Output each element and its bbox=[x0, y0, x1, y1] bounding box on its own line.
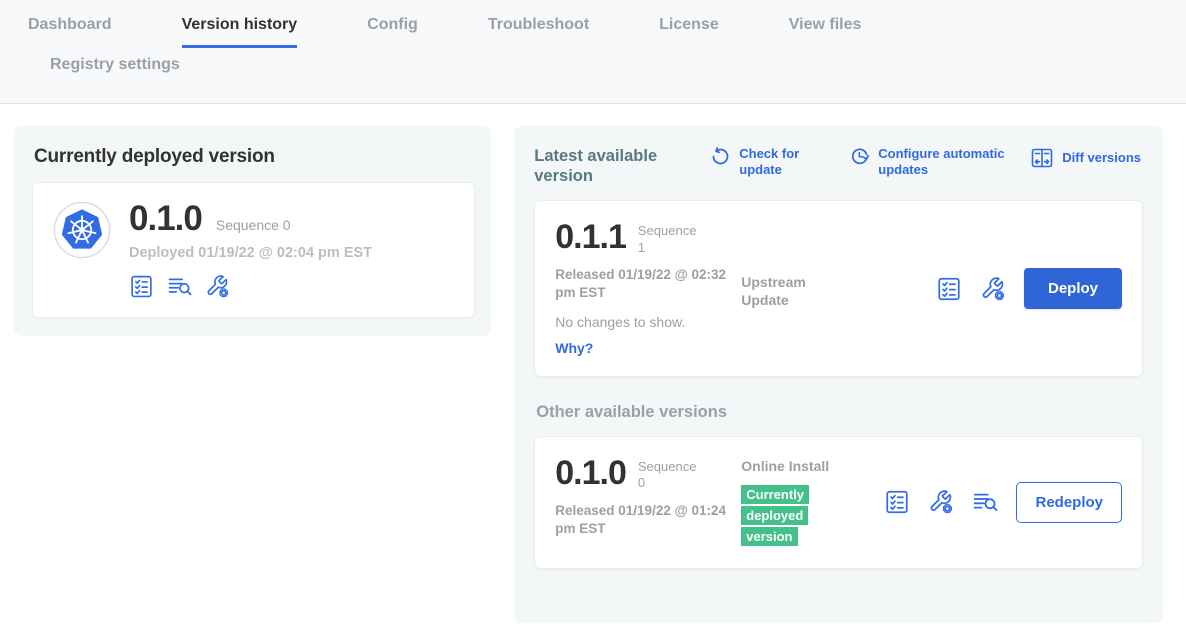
tab-config[interactable]: Config bbox=[367, 16, 418, 48]
currently-deployed-details: 0.1.0 Sequence 0 Deployed 01/19/22 @ 02:… bbox=[129, 201, 372, 299]
preflight-checklist-icon[interactable] bbox=[129, 274, 154, 299]
deploy-logs-icon[interactable] bbox=[972, 489, 998, 515]
kubernetes-logo-icon bbox=[53, 201, 111, 259]
latest-version-number: 0.1.1 bbox=[555, 221, 626, 256]
available-versions-panel: Latest available version Check for updat… bbox=[514, 126, 1163, 623]
tab-registry-settings[interactable]: Registry settings bbox=[50, 56, 1186, 88]
current-sequence-label: Sequence 0 bbox=[216, 217, 291, 233]
check-for-update-label: Check for update bbox=[739, 146, 811, 177]
other-available-versions-title: Other available versions bbox=[536, 403, 1143, 422]
latest-available-title: Latest available version bbox=[534, 146, 686, 186]
diff-versions-link[interactable]: Diff versions bbox=[1030, 146, 1141, 170]
configure-automatic-updates-link[interactable]: Configure automatic updates bbox=[849, 146, 1030, 177]
tab-license[interactable]: License bbox=[659, 16, 719, 48]
why-link[interactable]: Why? bbox=[555, 340, 741, 356]
config-gear-icon[interactable] bbox=[928, 489, 954, 515]
latest-sequence-label: Sequence 1 bbox=[638, 221, 704, 256]
other-version-card: 0.1.0 Sequence 0 Released 01/19/22 @ 01:… bbox=[534, 436, 1143, 568]
currently-deployed-panel: Currently deployed version 0.1.0 Sequenc… bbox=[14, 126, 491, 336]
latest-version-details: 0.1.1 Sequence 1 Released 01/19/22 @ 02:… bbox=[555, 221, 741, 356]
other-version-details: 0.1.0 Sequence 0 Released 01/19/22 @ 01:… bbox=[555, 457, 741, 547]
tab-view-files[interactable]: View files bbox=[789, 16, 862, 48]
configure-automatic-updates-label: Configure automatic updates bbox=[878, 146, 1030, 177]
other-version-number: 0.1.0 bbox=[555, 457, 626, 492]
refresh-icon bbox=[710, 146, 731, 177]
config-gear-icon[interactable] bbox=[980, 276, 1006, 302]
deploy-button[interactable]: Deploy bbox=[1024, 268, 1122, 309]
upstream-update-label: Upstream Update bbox=[741, 273, 837, 309]
latest-version-card: 0.1.1 Sequence 1 Released 01/19/22 @ 02:… bbox=[534, 200, 1143, 377]
available-versions-header: Latest available version Check for updat… bbox=[534, 146, 1143, 186]
currently-deployed-badge: Currently deployed version bbox=[741, 485, 809, 546]
preflight-checklist-icon[interactable] bbox=[936, 276, 962, 302]
latest-version-actions: Deploy bbox=[936, 221, 1122, 356]
currently-deployed-card: 0.1.0 Sequence 0 Deployed 01/19/22 @ 02:… bbox=[32, 182, 475, 318]
tab-troubleshoot[interactable]: Troubleshoot bbox=[488, 16, 589, 48]
other-version-actions: Redeploy bbox=[884, 457, 1122, 547]
other-released-timestamp: Released 01/19/22 @ 01:24 pm EST bbox=[555, 502, 737, 538]
other-version-source: Online Install Currently deployed versio… bbox=[741, 457, 837, 547]
no-changes-text: No changes to show. bbox=[555, 314, 741, 330]
tab-version-history[interactable]: Version history bbox=[182, 16, 298, 48]
deployed-timestamp: Deployed 01/19/22 @ 02:04 pm EST bbox=[129, 245, 372, 261]
latest-version-source: Upstream Update bbox=[741, 221, 837, 356]
schedule-update-icon bbox=[849, 146, 870, 177]
redeploy-button[interactable]: Redeploy bbox=[1016, 482, 1122, 523]
content-area: Currently deployed version 0.1.0 Sequenc… bbox=[0, 104, 1186, 623]
diff-versions-label: Diff versions bbox=[1062, 150, 1141, 166]
app-navbar: Dashboard Version history Config Trouble… bbox=[0, 0, 1186, 104]
deploy-logs-icon[interactable] bbox=[167, 274, 192, 299]
config-gear-icon[interactable] bbox=[205, 274, 230, 299]
status-badge-wrap: Currently deployed version bbox=[741, 484, 821, 547]
latest-released-timestamp: Released 01/19/22 @ 02:32 pm EST bbox=[555, 266, 737, 302]
online-install-label: Online Install bbox=[741, 457, 837, 475]
current-version-number: 0.1.0 bbox=[129, 201, 202, 236]
currently-deployed-title: Currently deployed version bbox=[34, 146, 475, 168]
tab-dashboard[interactable]: Dashboard bbox=[28, 16, 112, 48]
nav-row-primary: Dashboard Version history Config Trouble… bbox=[28, 16, 1186, 48]
preflight-checklist-icon[interactable] bbox=[884, 489, 910, 515]
other-sequence-label: Sequence 0 bbox=[638, 457, 704, 492]
diff-icon bbox=[1030, 146, 1054, 170]
nav-row-secondary: Registry settings bbox=[28, 48, 1186, 103]
check-for-update-link[interactable]: Check for update bbox=[710, 146, 811, 177]
